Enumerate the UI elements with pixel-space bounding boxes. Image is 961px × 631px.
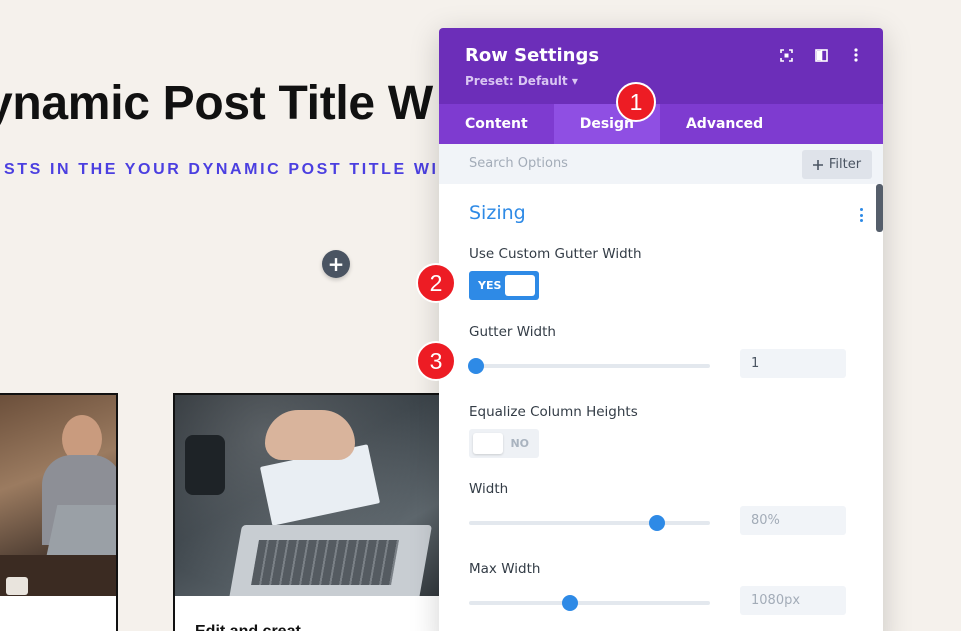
search-bar: Search Options Filter [439,144,883,184]
max-width-slider[interactable] [469,595,710,611]
section-menu-icon[interactable] [859,208,863,222]
fullscreen-icon[interactable] [779,48,793,62]
post-card-title: Edit and creat [195,623,301,631]
search-options-input[interactable]: Search Options [469,156,568,171]
preset-dropdown[interactable]: Preset: Default ▾ [465,74,578,88]
custom-gutter-label: Use Custom Gutter Width [469,246,642,262]
toggle-state: YES [478,279,502,292]
panel-title: Row Settings [465,45,600,66]
width-label: Width [469,481,509,497]
add-row-button[interactable]: + [322,250,350,278]
gutter-width-label: Gutter Width [469,324,556,340]
slider-handle[interactable] [562,595,579,611]
page-title: ynamic Post Title W [0,77,433,130]
max-width-input[interactable]: 1080px [740,586,846,615]
gutter-width-input[interactable]: 1 [740,349,846,378]
toggle-state: NO [510,437,529,450]
split-view-icon[interactable] [814,48,828,62]
toggle-knob [505,275,535,296]
equalize-label: Equalize Column Heights [469,404,638,420]
tab-content[interactable]: Content [439,104,554,144]
filter-label: Filter [828,157,862,172]
post-image [0,395,116,596]
slider-handle[interactable] [468,358,485,374]
callout-badge-1: 1 [616,82,656,122]
filter-button[interactable]: Filter [802,150,872,179]
custom-gutter-toggle[interactable]: YES [469,271,539,300]
toggle-knob [473,433,503,454]
post-image [175,395,471,596]
post-card[interactable] [0,393,118,631]
max-width-label: Max Width [469,561,541,577]
section-title[interactable]: Sizing [469,202,526,224]
row-settings-panel: Row Settings Preset: Default ▾ Content D… [439,28,883,631]
settings-tabs: Content Design Advanced [439,104,883,144]
width-slider[interactable] [469,515,710,531]
settings-content: Sizing Use Custom Gutter Width YES Gutte… [439,184,883,631]
equalize-toggle[interactable]: NO [469,429,539,458]
panel-scrollbar[interactable] [876,184,883,232]
callout-badge-3: 3 [416,341,456,381]
width-input[interactable]: 80% [740,506,846,535]
gutter-width-slider[interactable] [468,358,710,374]
plus-icon [812,159,823,170]
post-card[interactable]: Edit and creat [173,393,473,631]
panel-header: Row Settings Preset: Default ▾ [439,28,883,104]
page-subtitle: STS IN THE YOUR DYNAMIC POST TITLE WILL [4,161,464,178]
tab-advanced[interactable]: Advanced [660,104,789,144]
slider-handle[interactable] [648,515,665,531]
more-options-icon[interactable] [849,48,863,62]
callout-badge-2: 2 [416,263,456,303]
